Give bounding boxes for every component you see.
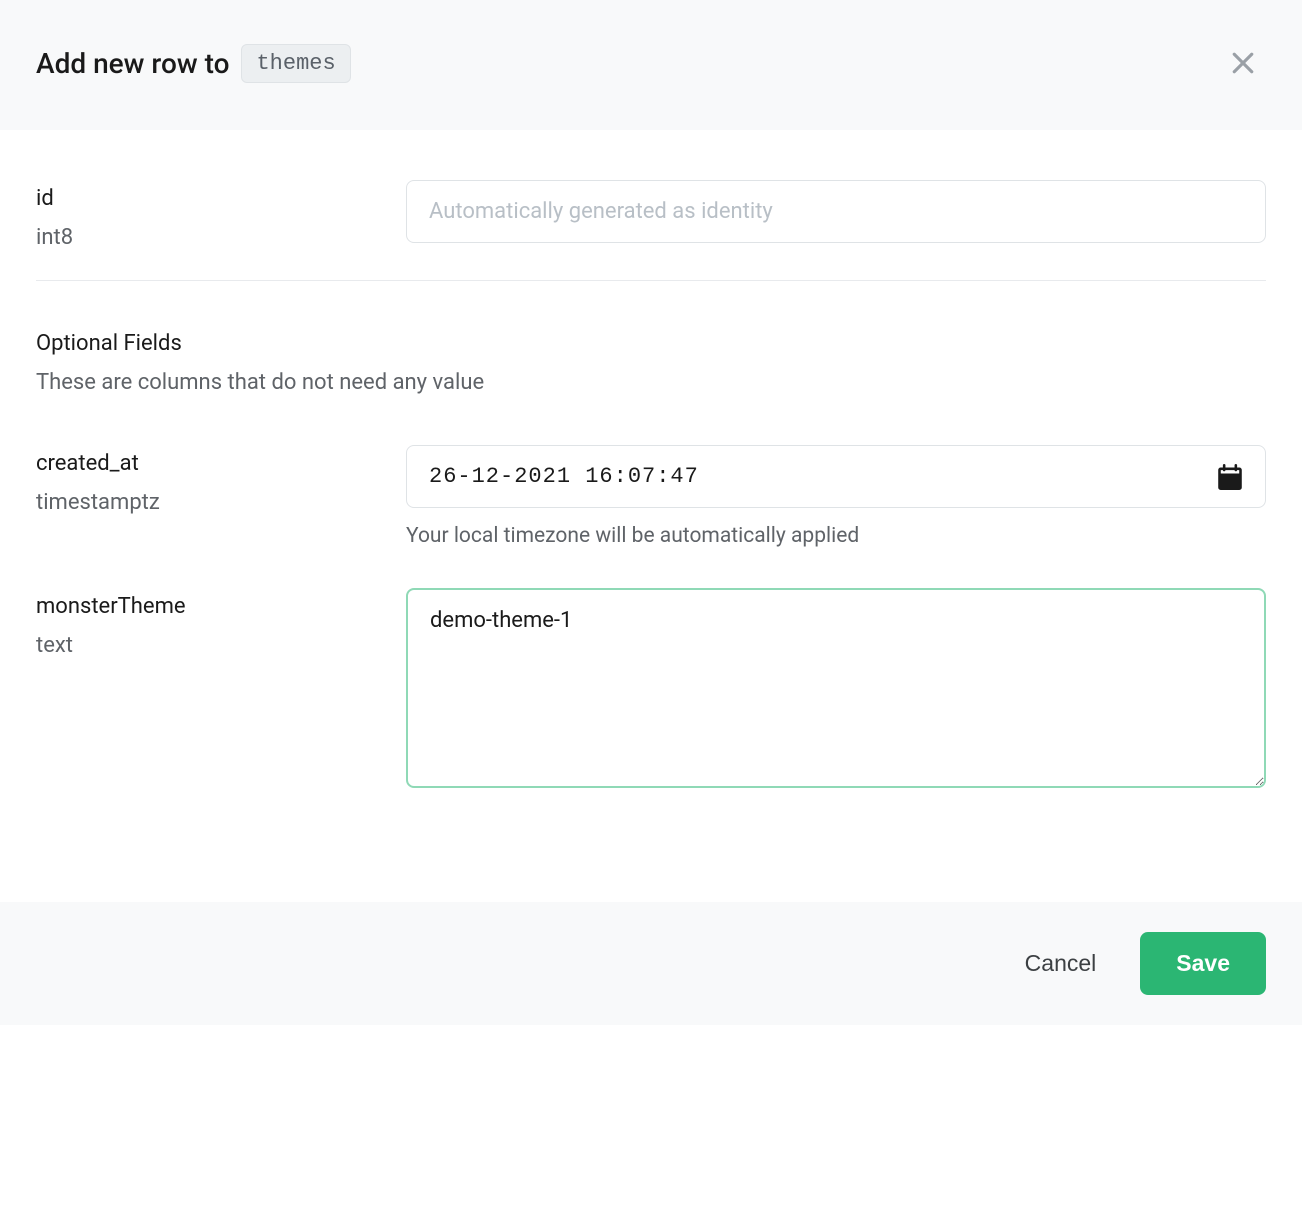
modal-title-wrap: Add new row to themes [36, 44, 351, 83]
field-row-monster-theme: monsterTheme text [36, 588, 1266, 792]
modal-footer: Cancel Save [0, 902, 1302, 1025]
cancel-button[interactable]: Cancel [1017, 938, 1105, 989]
field-type-label: int8 [36, 225, 366, 250]
field-row-created-at: created_at timestamptz Your local timezo… [36, 445, 1266, 548]
field-name-label: id [36, 186, 366, 211]
field-input-col [406, 588, 1266, 792]
field-input-col: Your local timezone will be automaticall… [406, 445, 1266, 548]
modal-header: Add new row to themes [0, 0, 1302, 130]
created-at-input[interactable] [406, 445, 1266, 508]
modal-body: id int8 Optional Fields These are column… [0, 130, 1302, 902]
field-label-col: created_at timestamptz [36, 445, 366, 548]
optional-fields-subtitle: These are columns that do not need any v… [36, 370, 1266, 395]
date-input-wrap [406, 445, 1266, 508]
field-type-label: text [36, 633, 366, 658]
field-hint: Your local timezone will be automaticall… [406, 524, 1266, 548]
table-name-chip: themes [241, 44, 350, 83]
save-button[interactable]: Save [1140, 932, 1266, 995]
field-name-label: monsterTheme [36, 594, 366, 619]
close-button[interactable] [1220, 40, 1266, 86]
field-input-col [406, 180, 1266, 250]
close-icon [1228, 48, 1258, 78]
optional-fields-title: Optional Fields [36, 331, 1266, 356]
monster-theme-input[interactable] [406, 588, 1266, 788]
field-row-id: id int8 [36, 180, 1266, 250]
optional-fields-section: Optional Fields These are columns that d… [36, 331, 1266, 395]
field-name-label: created_at [36, 451, 366, 476]
divider [36, 280, 1266, 281]
modal-title: Add new row to [36, 47, 229, 80]
field-label-col: monsterTheme text [36, 588, 366, 792]
id-input[interactable] [406, 180, 1266, 243]
field-type-label: timestamptz [36, 490, 366, 515]
field-label-col: id int8 [36, 180, 366, 250]
